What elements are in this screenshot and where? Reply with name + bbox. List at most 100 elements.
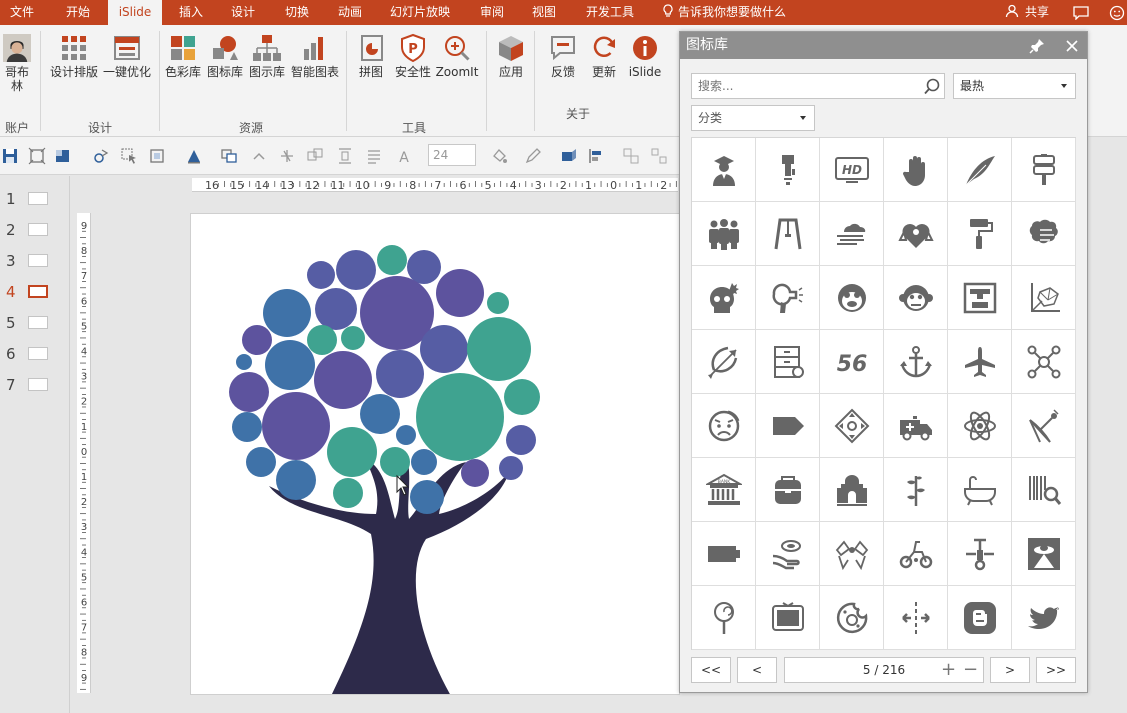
pen-outline-icon[interactable] [524,147,542,165]
icon-cell[interactable] [884,266,948,330]
tab-home[interactable]: 开始 [66,0,96,25]
category-dropdown[interactable]: 分类 [691,105,815,131]
icon-cell[interactable] [884,394,948,458]
icon-cell[interactable] [756,138,820,202]
distribute-vertical-icon[interactable] [336,147,354,165]
icon-cell[interactable] [692,522,756,586]
diagram-library-button[interactable]: 图示库 [247,33,287,79]
slide-thumbnail[interactable]: 6 [6,345,66,363]
icon-cell[interactable] [884,586,948,650]
icon-cell[interactable] [1012,458,1076,522]
icon-cell[interactable] [948,522,1012,586]
tab-design[interactable]: 设计 [231,0,261,25]
icon-cell[interactable] [692,330,756,394]
icon-cell[interactable] [820,458,884,522]
tree-illustration[interactable] [191,214,680,695]
next-page-button[interactable]: > [990,657,1030,683]
icon-cell[interactable] [884,458,948,522]
tab-slideshow[interactable]: 幻灯片放映 [390,0,460,25]
swap-icon[interactable] [306,147,324,165]
slide-thumbnail[interactable]: 2 [6,221,66,239]
security-button[interactable]: P 安全性 [393,33,433,79]
first-page-button[interactable]: << [691,657,731,683]
icon-cell[interactable] [948,330,1012,394]
tab-insert[interactable]: 插入 [179,0,209,25]
tab-review[interactable]: 审阅 [480,0,510,25]
one-click-optimize-button[interactable]: 一键优化 [101,33,153,79]
ribbon-collapse-button[interactable] [1104,0,1127,25]
icon-cell[interactable] [948,266,1012,330]
icon-cell[interactable] [820,586,884,650]
icon-cell[interactable] [820,394,884,458]
icon-cell[interactable] [756,394,820,458]
icon-cell[interactable] [756,266,820,330]
icon-cell[interactable]: HD [820,138,884,202]
arrange-up-icon[interactable] [250,147,268,165]
icon-cell[interactable] [692,266,756,330]
icon-library-button[interactable]: 图标库 [205,33,245,79]
snap-icon[interactable] [278,147,296,165]
prev-page-button[interactable]: < [737,657,777,683]
pin-icon[interactable] [1028,37,1046,55]
group-objects-icon[interactable] [622,147,640,165]
font-size-input[interactable]: 24 [428,144,476,166]
icon-cell[interactable] [948,138,1012,202]
icon-cell[interactable] [756,458,820,522]
fit-slide-icon[interactable] [28,147,46,165]
account-button[interactable]: 哥布林 [3,33,31,93]
crop-select-icon[interactable] [148,147,166,165]
slide-thumbnail-active[interactable]: 4 [6,283,66,301]
icon-cell[interactable] [1012,266,1076,330]
close-panel-button[interactable] [1062,36,1082,56]
slide-thumbnail[interactable]: 7 [6,376,66,394]
update-button[interactable]: 更新 [587,33,621,79]
icon-cell[interactable] [1012,202,1076,266]
icon-cell[interactable] [948,586,1012,650]
tell-me-box[interactable]: 告诉我你想要做什么 [662,0,786,25]
font-a-icon[interactable]: A [395,147,413,165]
tab-view[interactable]: 视图 [532,0,562,25]
search-input[interactable] [698,77,918,95]
icon-cell[interactable] [820,202,884,266]
icon-cell[interactable] [948,202,1012,266]
icon-cell[interactable] [948,394,1012,458]
icon-cell[interactable] [756,202,820,266]
icon-cell[interactable] [756,522,820,586]
tab-developer[interactable]: 开发工具 [586,0,646,25]
last-page-button[interactable]: >> [1036,657,1076,683]
puzzle-button[interactable]: 拼图 [354,33,388,79]
shape-fill-icon[interactable] [54,147,72,165]
zoomit-button[interactable]: ZoomIt [435,33,479,79]
icon-cell[interactable] [820,266,884,330]
text-align-icon[interactable] [365,147,383,165]
icon-cell[interactable] [884,202,948,266]
slide-canvas[interactable] [190,213,680,695]
icon-cell[interactable] [884,522,948,586]
icon-cell[interactable] [820,522,884,586]
zoom-out-button[interactable]: − [963,658,978,682]
comments-button[interactable] [1068,0,1094,25]
tab-islide[interactable]: iSlide [108,0,162,25]
design-layout-button[interactable]: 设计排版 [48,33,100,79]
tab-file[interactable]: 文件 [10,0,40,25]
icon-cell[interactable] [692,394,756,458]
icon-cell[interactable] [692,202,756,266]
zoom-in-button[interactable]: + [941,658,956,682]
icon-cell[interactable]: 56 [820,330,884,394]
icon-cell[interactable] [1012,330,1076,394]
group-shapes-icon[interactable] [220,147,238,165]
icon-cell[interactable] [1012,522,1076,586]
smart-chart-button[interactable]: 智能图表 [289,33,341,79]
tab-animations[interactable]: 动画 [338,0,368,25]
sort-dropdown[interactable]: 最热 [953,73,1076,99]
slide-thumbnail[interactable]: 5 [6,314,66,332]
feedback-button[interactable]: 反馈 [546,33,580,79]
icon-cell[interactable] [884,330,948,394]
slide-thumbnail[interactable]: 3 [6,252,66,270]
icon-cell[interactable] [948,458,1012,522]
icon-cell[interactable] [756,330,820,394]
align-shape-icon[interactable] [185,147,203,165]
icon-cell[interactable] [692,586,756,650]
apps-button[interactable]: 应用 [494,33,528,79]
search-icon[interactable] [922,77,942,97]
